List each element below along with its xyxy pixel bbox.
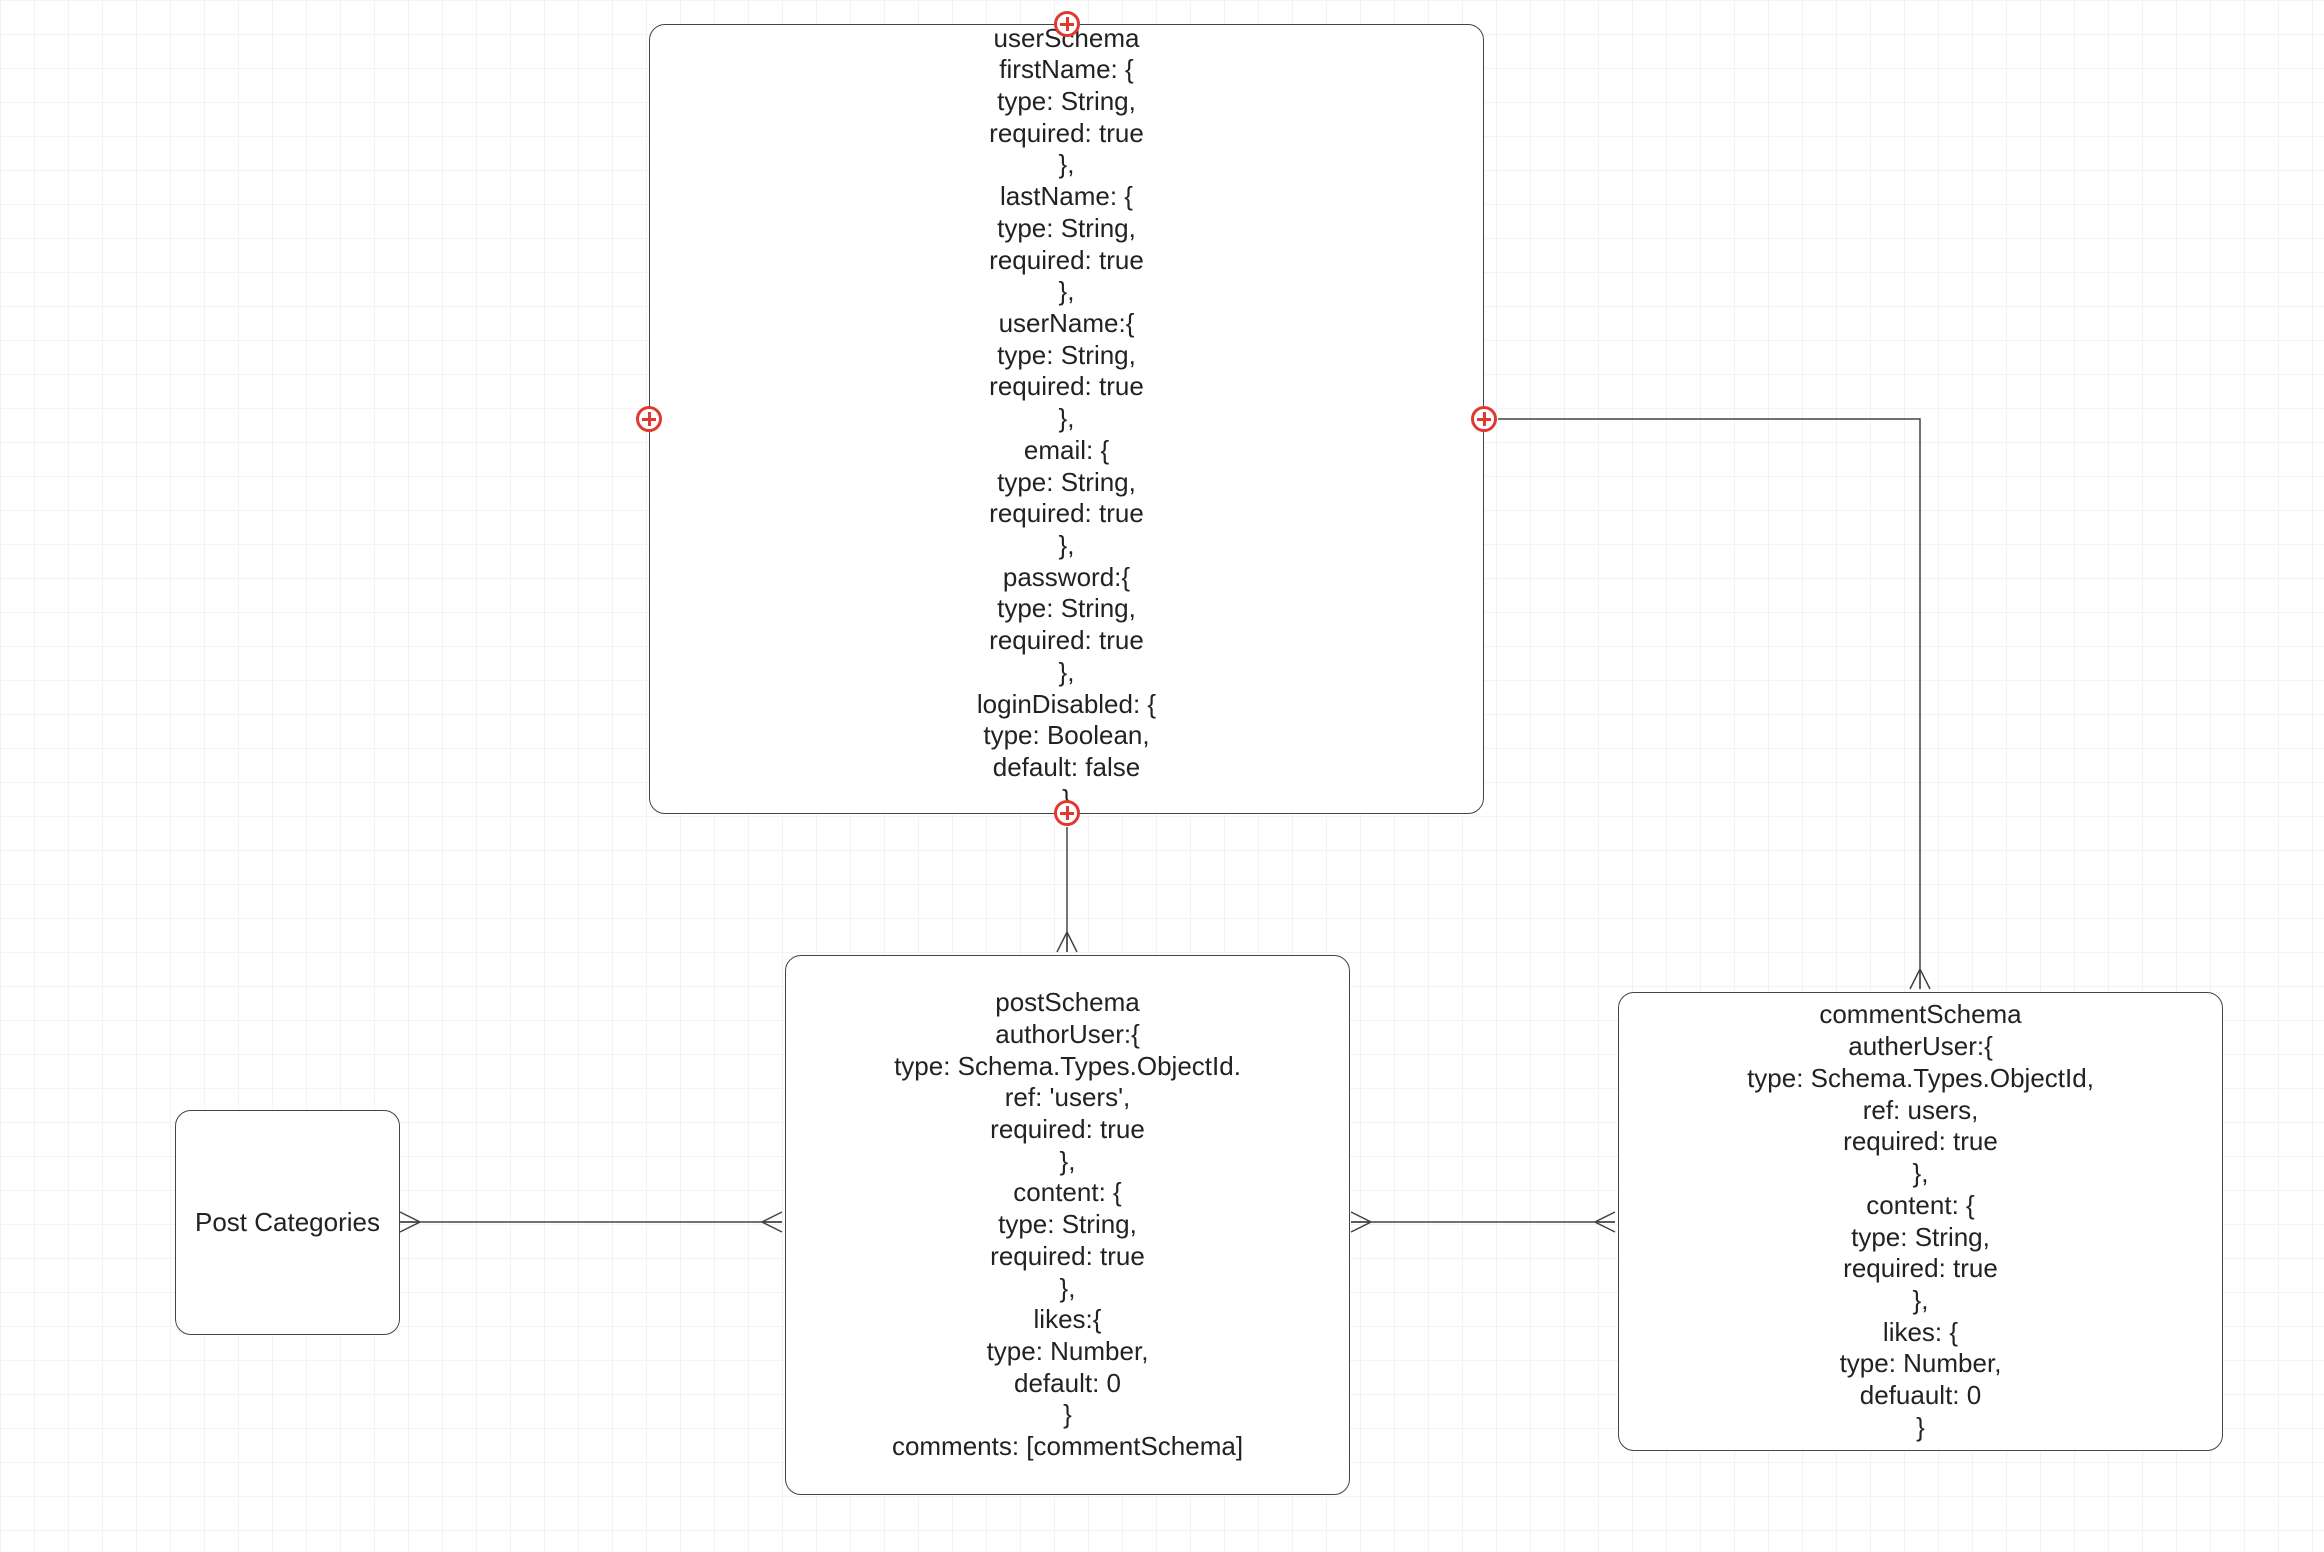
node-label: commentSchema autherUser:{ type: Schema.… — [1747, 999, 2094, 1443]
node-label: userSchema firstName: { type: String, re… — [977, 24, 1156, 814]
connection-port-icon[interactable] — [1054, 11, 1080, 37]
node-label: Post Categories — [195, 1207, 380, 1239]
diagram-canvas[interactable]: userSchema firstName: { type: String, re… — [0, 0, 2324, 1552]
node-post-categories[interactable]: Post Categories — [175, 1110, 400, 1335]
node-user-schema[interactable]: userSchema firstName: { type: String, re… — [649, 24, 1484, 814]
edge[interactable] — [1498, 419, 1920, 989]
connection-port-icon[interactable] — [1054, 800, 1080, 826]
connection-port-icon[interactable] — [1471, 406, 1497, 432]
connection-port-icon[interactable] — [636, 406, 662, 432]
node-label: postSchema authorUser:{ type: Schema.Typ… — [892, 987, 1243, 1463]
node-post-schema[interactable]: postSchema authorUser:{ type: Schema.Typ… — [785, 955, 1350, 1495]
node-comment-schema[interactable]: commentSchema autherUser:{ type: Schema.… — [1618, 992, 2223, 1451]
